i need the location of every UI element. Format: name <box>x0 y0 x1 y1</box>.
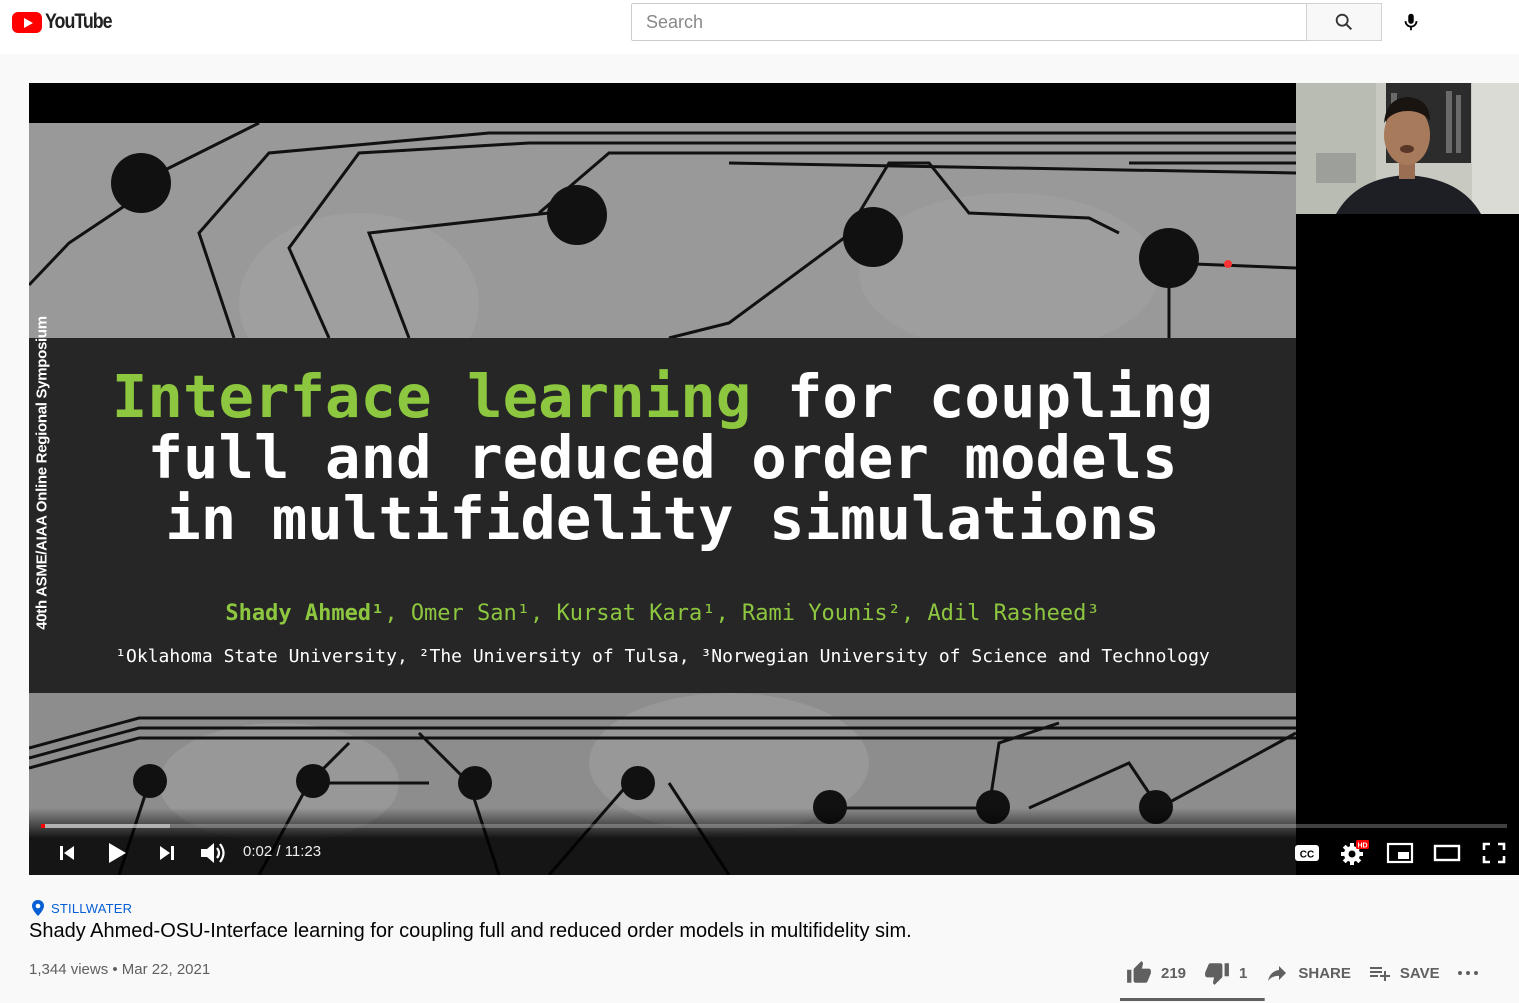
sentiment-bar <box>1120 998 1265 1001</box>
slide-author: Kursat Kara¹ <box>556 601 716 626</box>
search-button[interactable] <box>1306 3 1382 41</box>
theater-mode-button[interactable] <box>1431 838 1463 868</box>
video-title: Shady Ahmed-OSU-Interface learning for c… <box>29 920 912 942</box>
more-horizontal-icon <box>1457 971 1478 975</box>
fullscreen-button[interactable] <box>1479 838 1509 868</box>
play-icon <box>109 843 126 863</box>
top-bar: YouTube <box>0 0 1519 54</box>
location-label: STILLWATER <box>51 900 133 916</box>
share-button[interactable]: SHARE <box>1263 961 1351 985</box>
share-label: SHARE <box>1298 964 1351 982</box>
slide-title-band: Interface learning for coupling full and… <box>29 338 1296 693</box>
miniplayer-icon <box>1386 842 1414 864</box>
settings-button[interactable]: HD <box>1339 838 1371 868</box>
sentiment-like-fill <box>1120 998 1265 1001</box>
captions-icon: CC <box>1295 845 1319 861</box>
presenter-image <box>1296 83 1519 214</box>
slide-title-line2: full and reduced order models <box>147 423 1178 492</box>
time-display: 0:02 / 11:23 <box>243 843 322 860</box>
volume-icon <box>201 843 225 863</box>
microphone-icon <box>1404 13 1418 31</box>
brand-name: YouTube <box>45 10 113 33</box>
skip-next-icon <box>160 846 174 860</box>
more-actions-button[interactable] <box>1456 961 1480 985</box>
skip-previous-icon <box>60 846 74 860</box>
youtube-play-logo-icon <box>12 11 42 33</box>
symposium-label: 40th ASME/AIAA Online Regional Symposium <box>33 316 51 630</box>
presenter-webcam <box>1296 83 1519 214</box>
playlist-add-icon <box>1369 967 1390 981</box>
progress-bar[interactable] <box>41 824 1507 828</box>
voice-search-button[interactable] <box>1394 5 1428 39</box>
search-input[interactable] <box>632 4 1307 40</box>
video-actions: 219 1 SHARE SAVE <box>1124 955 1496 991</box>
like-button[interactable]: 219 <box>1124 960 1186 986</box>
slide-title-line3: in multifidelity simulations <box>165 484 1160 553</box>
save-label: SAVE <box>1399 964 1440 982</box>
slide-author: Adil Rasheed³ <box>927 601 1100 626</box>
save-button[interactable]: SAVE <box>1367 961 1440 985</box>
video-frame-slide: Interface learning for coupling full and… <box>29 123 1296 875</box>
slide-author: Omer San¹ <box>410 601 531 626</box>
slide-title-highlight: Interface learning <box>111 362 752 431</box>
like-count: 219 <box>1161 964 1187 982</box>
slide-title-line1-rest: for coupling <box>751 362 1214 431</box>
location-pin-icon <box>32 900 44 916</box>
youtube-logo[interactable]: YouTube <box>12 10 123 34</box>
video-meta: 1,344 views • Mar 22, 2021 <box>29 961 211 978</box>
gear-icon: HD <box>1341 840 1369 865</box>
miniplayer-button[interactable] <box>1385 838 1415 868</box>
thumbs-up-icon <box>1127 961 1151 983</box>
slide-affiliation: ³Norwegian University of Science and Tec… <box>700 646 1210 667</box>
search-icon <box>1335 13 1353 31</box>
slide-authors: Shady Ahmed¹, Omer San¹, Kursat Kara¹, R… <box>225 601 1100 626</box>
dislike-button[interactable]: 1 <box>1202 960 1247 986</box>
video-location[interactable]: STILLWATER <box>31 900 132 916</box>
hd-badge: HD <box>1357 842 1367 849</box>
theater-mode-icon <box>1433 844 1461 862</box>
slide-affiliation: ²The University of Tulsa <box>418 646 679 667</box>
next-button[interactable] <box>153 838 181 868</box>
slide-title: Interface learning for coupling full and… <box>29 338 1296 549</box>
video-player[interactable]: Interface learning for coupling full and… <box>29 83 1519 875</box>
captions-label: CC <box>1300 850 1314 861</box>
play-button[interactable] <box>101 838 133 868</box>
slide-side-label: 40th ASME/AIAA Online Regional Symposium <box>29 263 62 683</box>
progress-loaded <box>41 824 170 828</box>
slide-author: Rami Younis² <box>741 601 901 626</box>
fullscreen-icon <box>1482 842 1506 864</box>
captions-button[interactable]: CC <box>1293 838 1321 868</box>
share-arrow-icon <box>1268 966 1287 981</box>
slide-author: Shady Ahmed¹ <box>225 601 385 626</box>
player-controls: 0:02 / 11:23 CC HD <box>29 808 1519 875</box>
volume-button[interactable] <box>197 838 229 868</box>
search-box <box>631 3 1307 41</box>
slide-affiliation: ¹Oklahoma State University <box>115 646 397 667</box>
progress-played <box>41 824 46 828</box>
dislike-count: 1 <box>1239 964 1248 982</box>
slide-affiliations: ¹Oklahoma State University, ²The Univers… <box>115 646 1210 667</box>
previous-button[interactable] <box>53 838 81 868</box>
thumbs-down-icon <box>1205 963 1229 985</box>
